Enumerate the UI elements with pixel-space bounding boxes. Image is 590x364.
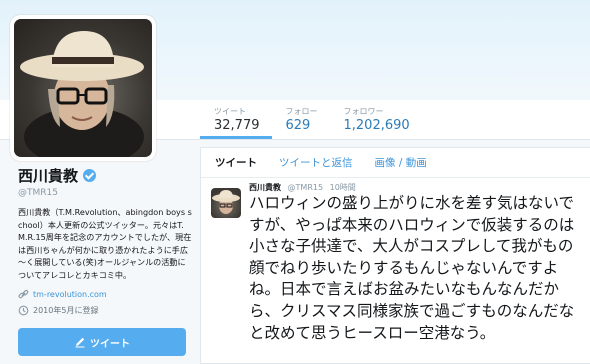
tweet-button-label: ツイート [90,338,130,350]
stat-tweets-value: 32,779 [214,118,260,133]
profile-joined-row: 2010年5月に登録 [18,305,193,316]
stat-followers[interactable]: フォロワー 1,202,690 [330,107,422,139]
stat-following-value: 629 [285,118,311,133]
stat-tweets-label: ツイート [214,107,246,116]
profile-handle[interactable]: @TMR15 [18,188,193,198]
profile-avatar[interactable] [10,15,156,161]
tweet-text: ハロウィンの盛り上がりに水を差す気はないですが、やっぱ本来のハロウィンで仮装する… [249,194,575,342]
profile-joined-date: 2010年5月に登録 [33,305,99,315]
avatar-illustration [20,31,144,157]
profile-bio: 西川貴教（T.M.Revolution、abingdon boys school… [18,207,192,280]
stat-followers-label: フォロワー [343,107,384,116]
avatar-image [14,19,152,157]
tab-tweets[interactable]: ツイート [215,155,257,170]
compose-icon [74,336,86,348]
profile-website-link[interactable]: tm-revolution.com [33,290,107,299]
profile-name-row: 西川貴教 [18,165,193,186]
tab-media[interactable]: 画像 / 動画 [375,155,427,170]
tweet-avatar-illustration [212,190,240,214]
profile-stats: ツイート 32,779 フォロー 629 フォロワー 1,202,690 [200,107,422,139]
stat-tweets[interactable]: ツイート 32,779 [200,107,272,139]
tweet-item[interactable]: 西川貴教 @TMR15 10時間 ハロウィンの盛り上がりに水を差す気はないですが… [201,179,590,342]
tweet-author-handle[interactable]: @TMR15 [288,183,324,192]
calendar-icon [18,305,29,316]
profile-name[interactable]: 西川貴教 [18,165,78,186]
stat-following-label: フォロー [285,107,318,116]
profile-website-row: tm-revolution.com [18,289,193,300]
stat-following[interactable]: フォロー 629 [272,107,330,139]
tweet-header: 西川貴教 @TMR15 10時間 [249,182,356,193]
link-icon [18,289,29,300]
tab-tweets-and-replies[interactable]: ツイートと返信 [279,155,353,170]
timeline: ツイート ツイートと返信 画像 / 動画 西川貴教 @TMR15 10時間 ハロ… [200,147,590,364]
timeline-tabs: ツイート ツイートと返信 画像 / 動画 [201,148,590,178]
verified-badge-icon [83,169,97,182]
tweet-avatar[interactable] [211,188,241,218]
stat-followers-value: 1,202,690 [343,118,410,133]
tweet-timestamp[interactable]: 10時間 [330,183,356,192]
tweet-button[interactable]: ツイート [18,328,186,356]
profile-card: 西川貴教 @TMR15 西川貴教（T.M.Revolution、abingdon… [18,165,193,316]
tweet-author-name[interactable]: 西川貴教 [249,183,281,192]
